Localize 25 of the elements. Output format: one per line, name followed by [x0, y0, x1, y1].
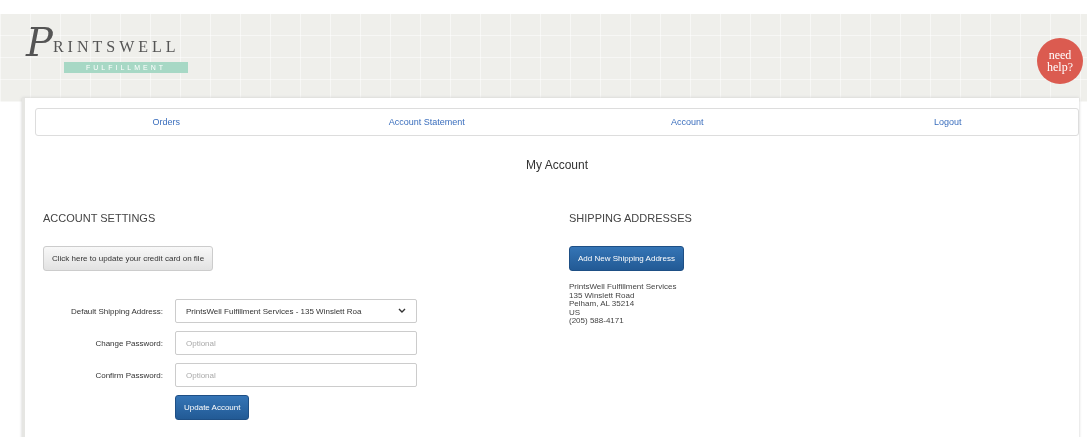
nav-link[interactable]: Account Statement	[296, 109, 557, 135]
logo-initial: P	[26, 22, 53, 62]
update-account-button[interactable]: Update Account	[175, 395, 250, 420]
address-line: (205) 588-4171	[569, 317, 625, 326]
nav-link[interactable]: Logout	[817, 109, 1078, 135]
nav-link[interactable]: Account	[557, 109, 818, 135]
password-field[interactable]: Optional	[175, 363, 417, 387]
logo-name: RINTSWELL	[52, 38, 180, 55]
shipping-address-dropdown[interactable]: PrintsWell Fulfillment Services - 135 Winslett Roa	[175, 299, 417, 323]
chevron-down-icon	[398, 308, 406, 314]
address-line: PrintsWell Fulfillment Services	[569, 283, 678, 292]
section-heading: ACCOUNT SETTINGS	[43, 212, 157, 224]
password-field[interactable]: Optional	[175, 331, 417, 355]
address-line: 135 Winslett Road	[569, 291, 636, 300]
field-label: Change Password:	[94, 338, 163, 348]
page-title: My Account	[525, 158, 589, 172]
nav-link[interactable]: Orders	[36, 109, 297, 135]
address-line: Pelham, AL 35214	[569, 300, 636, 309]
field-label: Confirm Password:	[94, 370, 163, 380]
add-address-button[interactable]: Add New Shipping Address	[569, 246, 684, 271]
help-badge[interactable]: need help?	[1037, 38, 1083, 84]
field-label: Default Shipping Address:	[69, 306, 163, 316]
section-heading: SHIPPING ADDRESSES	[569, 212, 692, 224]
credit-card-button[interactable]: Click here to update your credit card on file	[43, 246, 214, 271]
address-line: US	[569, 308, 582, 317]
